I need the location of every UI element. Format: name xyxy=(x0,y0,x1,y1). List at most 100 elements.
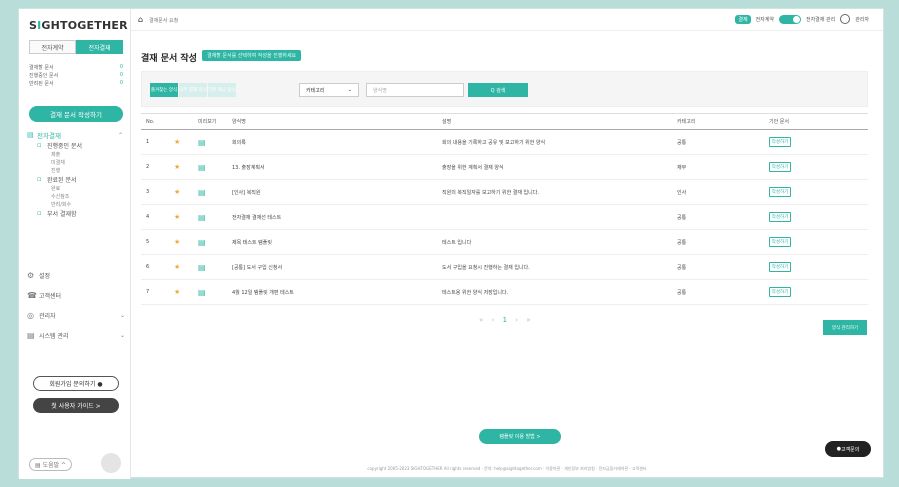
system-icon: ▤ xyxy=(27,330,35,340)
template-name[interactable]: [공통] 도서 구입 신청서 xyxy=(227,254,437,280)
first-user-guide-button[interactable]: 첫 사용자 가이드 > xyxy=(33,398,119,413)
help-icon: ▤ xyxy=(35,462,43,469)
tab-approval[interactable]: 전자결재 xyxy=(76,40,123,54)
tab-contract[interactable]: 전자계약 xyxy=(29,40,76,54)
folder-icon: ▫ xyxy=(37,175,42,183)
template-category: 공통 xyxy=(672,254,764,280)
write-button[interactable]: 작성하기 xyxy=(769,162,791,172)
menu-approval[interactable]: ▤ 전자결재 ⌃ xyxy=(27,130,127,140)
template-howto-button[interactable]: 템플릿 이용 방법 > xyxy=(479,429,561,444)
write-button[interactable]: 작성하기 xyxy=(769,187,791,197)
menu-sub-item[interactable]: 반려/회수 xyxy=(27,200,127,208)
menu-sub-item[interactable]: 수신참조 xyxy=(27,192,127,200)
template-name[interactable]: 제목 테스트 템플릿 xyxy=(227,229,437,255)
quick-links: 결재할 문서 0 진행중인 문서 0 반려된 문서 0 xyxy=(29,63,123,87)
collapse-button[interactable] xyxy=(101,453,121,473)
new-approval-doc-button[interactable]: 결재 문서 작성하기 xyxy=(29,106,123,122)
logo[interactable]: SIGHTOGETHER xyxy=(29,19,128,32)
template-name[interactable]: 4월 12일 템플릿 개편 테스트 xyxy=(227,279,437,305)
template-name[interactable]: 전자결재 결재선 테스트 xyxy=(227,204,437,230)
search-button[interactable]: Q 검색 xyxy=(468,83,528,97)
preview-document-icon[interactable]: ▤ xyxy=(193,204,227,230)
row-number: 3 xyxy=(141,179,169,205)
tab-favorites[interactable]: 즐겨찾는 양식 xyxy=(150,83,178,97)
chevron-down-icon: ⌄ xyxy=(119,331,125,339)
chevron-up-icon: ⌃ xyxy=(117,131,123,139)
gear-icon: ⚙ xyxy=(27,270,35,280)
menu-support[interactable]: ☎ 고객센터 xyxy=(27,285,127,305)
menu-sub-item[interactable]: 제출 xyxy=(27,150,127,158)
breadcrumb: 결재문서 요청 xyxy=(149,18,179,24)
row-number: 4 xyxy=(141,204,169,230)
next-page-button[interactable]: › xyxy=(515,316,521,324)
admin-link[interactable]: 전자결재 관리 xyxy=(806,16,835,23)
menu-system[interactable]: ▤ 시스템 관리 ⌄ xyxy=(27,325,127,345)
quick-link-rejected[interactable]: 반려된 문서 0 xyxy=(29,79,123,87)
preview-document-icon[interactable]: ▤ xyxy=(193,179,227,205)
quick-link-in-progress[interactable]: 진행중인 문서 0 xyxy=(29,71,123,79)
user-menu[interactable]: 관리자 xyxy=(855,16,869,23)
first-page-button[interactable]: « xyxy=(479,316,486,324)
col-name: 양식명 xyxy=(227,113,437,130)
write-button[interactable]: 작성하기 xyxy=(769,212,791,222)
menu-sub-item[interactable]: 진행 xyxy=(27,166,127,174)
write-button-cell: 작성하기 xyxy=(764,279,868,305)
page-number[interactable]: 1 xyxy=(503,316,510,324)
favorite-star-icon[interactable]: ★ xyxy=(169,254,193,280)
tab-default[interactable]: 기본 제공 양식 xyxy=(208,83,236,97)
row-number: 2 xyxy=(141,154,169,180)
customer-inquiry-button[interactable]: ● 고객문의 xyxy=(825,441,871,457)
preview-document-icon[interactable]: ▤ xyxy=(193,129,227,155)
help-toggle[interactable]: ▤ 도움말 ^ xyxy=(29,458,73,471)
write-button[interactable]: 작성하기 xyxy=(769,262,791,272)
write-button[interactable]: 작성하기 xyxy=(769,137,791,147)
quick-link-pending[interactable]: 결재할 문서 0 xyxy=(29,63,123,71)
favorite-star-icon[interactable]: ★ xyxy=(169,279,193,305)
template-category: 공통 xyxy=(672,229,764,255)
col-no: No. xyxy=(141,113,169,130)
category-select[interactable]: 카테고리 ⌄ xyxy=(299,83,359,97)
favorite-star-icon[interactable]: ★ xyxy=(169,204,193,230)
home-icon[interactable]: ⌂ xyxy=(138,15,143,24)
template-name[interactable]: [인사] 복직원 xyxy=(227,179,437,205)
write-button[interactable]: 작성하기 xyxy=(769,287,791,297)
col-action: 기안 문서 xyxy=(764,113,868,130)
write-button-cell: 작성하기 xyxy=(764,254,868,280)
favorite-star-icon[interactable]: ★ xyxy=(169,229,193,255)
menu-in-progress[interactable]: ▫ 진행중인 문서 xyxy=(27,140,127,150)
table-row: 1 ★ ▤ 회의록 회의 내용을 기록하고 공유 및 보고하기 위한 양식 공통 작성하기 xyxy=(141,129,868,155)
menu-completed[interactable]: ▫ 완료된 문서 xyxy=(27,174,127,184)
menu-sub-item[interactable]: 미결재 xyxy=(27,158,127,166)
preview-document-icon[interactable]: ▤ xyxy=(193,154,227,180)
write-button-cell: 작성하기 xyxy=(764,129,868,155)
preview-document-icon[interactable]: ▤ xyxy=(193,279,227,305)
row-number: 6 xyxy=(141,254,169,280)
filter-bar: 즐겨찾는 양식 내부 결재 양식 기본 제공 양식 카테고리 ⌄ 양식명 Q 검색 xyxy=(141,71,868,107)
pagination: « ‹ 1 › » xyxy=(479,316,534,324)
search-input[interactable]: 양식명 xyxy=(366,83,464,97)
menu-settings[interactable]: ⚙ 설정 xyxy=(27,265,127,285)
favorite-star-icon[interactable]: ★ xyxy=(169,129,193,155)
folder-icon: ▫ xyxy=(37,141,42,149)
menu-dept[interactable]: ▫ 부서 결재함 xyxy=(27,208,127,218)
template-description: 회의 내용을 기록하고 공유 및 보고하기 위한 양식 xyxy=(437,129,672,155)
write-button-cell: 작성하기 xyxy=(764,154,868,180)
menu-admin[interactable]: ◎ 관리자 ⌄ xyxy=(27,305,127,325)
last-page-button[interactable]: » xyxy=(526,316,533,324)
template-name[interactable]: 회의록 xyxy=(227,129,437,155)
user-avatar-icon[interactable] xyxy=(840,14,851,24)
tab-internal[interactable]: 내부 결재 양식 xyxy=(179,83,207,97)
favorite-star-icon[interactable]: ★ xyxy=(169,179,193,205)
menu-sub-item[interactable]: 완료 xyxy=(27,184,127,192)
prev-page-button[interactable]: ‹ xyxy=(492,316,498,324)
write-button[interactable]: 작성하기 xyxy=(769,237,791,247)
favorite-star-icon[interactable]: ★ xyxy=(169,154,193,180)
template-name[interactable]: 13. 출장계획서 xyxy=(227,154,437,180)
write-button-cell: 작성하기 xyxy=(764,229,868,255)
manage-templates-button[interactable]: 양식 관리하기 xyxy=(823,320,867,335)
mode-toggle[interactable] xyxy=(778,14,801,24)
preview-document-icon[interactable]: ▤ xyxy=(193,254,227,280)
document-icon: ▤ xyxy=(27,131,34,139)
preview-document-icon[interactable]: ▤ xyxy=(193,229,227,255)
signup-inquiry-button[interactable]: 회원가입 문의하기 ● xyxy=(33,376,119,391)
